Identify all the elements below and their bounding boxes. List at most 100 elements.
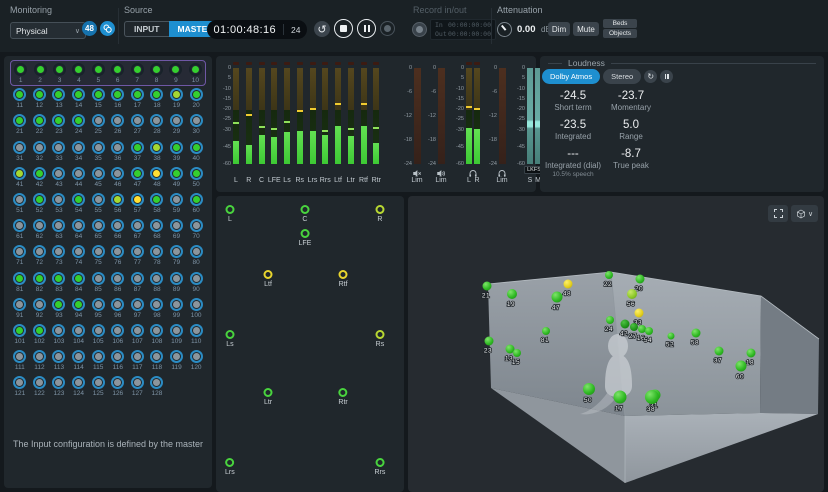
loudness-stat-value: -24.5: [544, 90, 602, 102]
meter-peak-tick: [361, 103, 367, 105]
audio-object-sphere: [630, 323, 638, 331]
dim-button[interactable]: Dim: [548, 22, 570, 36]
channel-number: 97: [134, 312, 141, 319]
channel-indicator: 73: [49, 243, 69, 269]
channel-dot: [193, 144, 200, 151]
mute-button[interactable]: Mute: [573, 22, 599, 36]
audio-object-label: 19: [507, 301, 515, 308]
channel-meter-label: Rs: [295, 177, 304, 184]
record-button[interactable]: [380, 21, 395, 36]
mute-beds-button[interactable]: Beds: [603, 19, 637, 28]
channel-number: 101: [14, 338, 25, 345]
channel-ring: [92, 350, 105, 363]
channel-number: 20: [193, 102, 200, 109]
tab-stereo[interactable]: Stereo: [603, 69, 641, 84]
return-to-start-button[interactable]: ↺: [314, 21, 330, 37]
audio-object-sphere: [638, 325, 646, 333]
loudness-pause-button[interactable]: [660, 70, 673, 83]
channel-number: 92: [36, 312, 43, 319]
meter-peak-tick: [271, 128, 277, 130]
clip-indicator: [284, 62, 290, 65]
loudness-panel: Loudness Dolby Atmos Stereo ↻ -24.5Short…: [540, 56, 824, 192]
fullscreen-button[interactable]: [768, 205, 788, 222]
channel-ring: [72, 245, 85, 258]
channel-indicator: 48: [147, 165, 167, 191]
meter-peak-tick: [466, 106, 472, 108]
channel-row: 121122123124125126127128: [10, 374, 206, 400]
speaker-label: Lrs: [225, 469, 235, 476]
channel-ring: [72, 193, 85, 206]
channel-ring: [13, 376, 26, 389]
meter-fill: [335, 126, 341, 164]
channel-indicator: 124: [69, 374, 89, 400]
separator: [118, 8, 119, 44]
channel-ring: [150, 167, 163, 180]
audio-object-label: 58: [691, 340, 699, 347]
pause-button[interactable]: [357, 19, 376, 38]
tab-dolby-atmos[interactable]: Dolby Atmos: [542, 69, 600, 84]
channel-dot: [95, 353, 102, 360]
channel-ring: [170, 219, 183, 232]
channel-number: 43: [55, 181, 62, 188]
meter-peak-tick: [322, 130, 328, 132]
channel-indicator: 37: [128, 139, 148, 165]
channel-dot: [55, 301, 62, 308]
record-icon: [384, 25, 391, 32]
channel-dot: [16, 170, 23, 177]
channel-ring: [111, 219, 124, 232]
channel-number: 77: [134, 259, 141, 266]
loudness-stat: -8.7True peak: [602, 148, 660, 178]
channel-number: 63: [55, 233, 62, 240]
channel-indicator: 29: [167, 112, 187, 138]
view-mode-button[interactable]: ∨: [791, 205, 818, 222]
channel-number: 102: [34, 338, 45, 345]
channel-ring: [92, 193, 105, 206]
channel-indicator: 12: [30, 86, 50, 112]
channel-number: 24: [75, 128, 82, 135]
stop-button[interactable]: [334, 19, 353, 38]
channel-dot: [114, 117, 121, 124]
source-input-button[interactable]: INPUT: [124, 21, 169, 37]
attenuation-knob[interactable]: [497, 22, 512, 37]
channel-indicator: 20: [186, 86, 206, 112]
meter-peak-tick: [246, 114, 252, 116]
speaker-config-button[interactable]: [100, 21, 115, 36]
channel-indicator: 33: [49, 139, 69, 165]
channel-number: 91: [16, 312, 23, 319]
speaker-dot: [375, 458, 384, 467]
record-inout-label: Record in/out: [413, 5, 467, 15]
loudness-stat-label: Integrated (dial): [544, 161, 602, 170]
speaker-dot: [264, 388, 273, 397]
channel-indicator: 14: [69, 86, 89, 112]
meter-fill: [284, 132, 290, 164]
channel-number: 42: [36, 181, 43, 188]
monitoring-select[interactable]: Physical ∨: [10, 22, 86, 39]
mute-objects-button[interactable]: Objects: [603, 29, 637, 38]
meter-peak-tick: [310, 108, 316, 110]
channel-dot: [36, 117, 43, 124]
channel-number: 55: [95, 207, 102, 214]
record-arm-button[interactable]: [412, 22, 427, 37]
loudness-reset-button[interactable]: ↻: [644, 70, 657, 83]
channel-dot: [17, 66, 24, 73]
channel-indicator: 77: [128, 243, 148, 269]
channel-indicator: 23: [49, 112, 69, 138]
loudness-stat: -24.5Short term: [544, 90, 602, 112]
audio-object-sphere: [483, 282, 492, 291]
channel-ring: [52, 272, 65, 285]
meter-scale-lim: 0-6-12-18-24: [485, 68, 497, 164]
channel-indicator: 3: [50, 61, 69, 85]
channel-ring: [111, 376, 124, 389]
speaker-label: LFE: [299, 240, 312, 247]
channel-indicator: 6: [108, 61, 127, 85]
channel-ring: [111, 193, 124, 206]
channel-indicator: 76: [108, 243, 128, 269]
meter-fill: [361, 126, 367, 164]
channel-dot: [173, 196, 180, 203]
channel-number: 61: [16, 233, 23, 240]
speaker-Ltr: Ltr: [264, 388, 273, 406]
channel-indicator: 55: [88, 191, 108, 217]
meter-fill: [246, 145, 252, 164]
frame-rate-value: 24: [291, 25, 300, 35]
channel-dot: [55, 91, 62, 98]
